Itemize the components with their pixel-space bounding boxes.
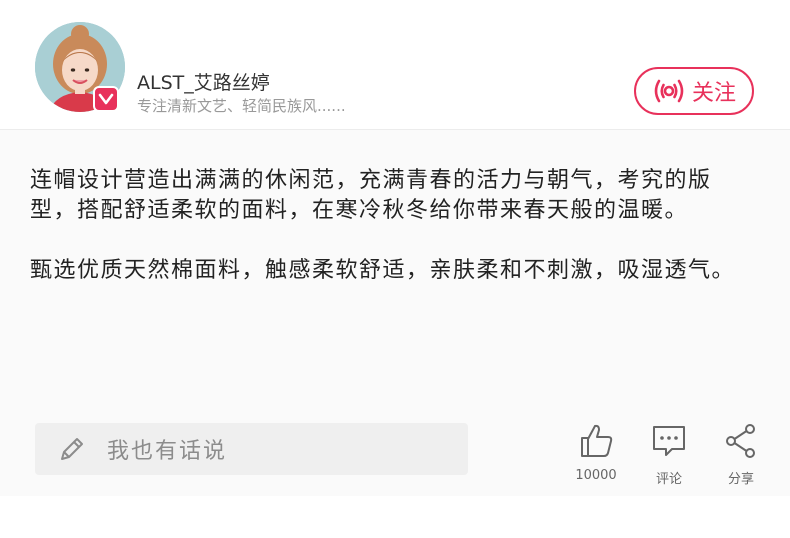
- author-name[interactable]: ALST_艾路丝婷: [137, 68, 270, 95]
- like-count: 10000: [575, 468, 617, 483]
- follow-label: 关注: [691, 81, 736, 106]
- post-paragraph: 连帽设计营造出满满的休闲范，充满青春的活力与朝气，考究的版型，搭配舒适柔软的面料…: [30, 168, 712, 223]
- comment-button[interactable]: 评论: [639, 422, 699, 487]
- check-v-icon: [98, 93, 114, 105]
- pencil-icon: [61, 438, 83, 460]
- share-label: 分享: [727, 472, 754, 487]
- comment-input[interactable]: 我也有话说: [35, 423, 468, 475]
- post-card: ALST_艾路丝婷 专注清新文艺、轻简民族风...... 关注 连帽设计营造出满…: [0, 0, 790, 496]
- like-button[interactable]: 10000: [566, 422, 626, 483]
- comment-placeholder: 我也有话说: [107, 439, 228, 464]
- share-button[interactable]: 分享: [711, 422, 771, 487]
- comment-label: 评论: [655, 472, 682, 487]
- follow-button[interactable]: 关注: [634, 67, 754, 115]
- author-bio: 专注清新文艺、轻简民族风......: [137, 97, 346, 115]
- verified-badge: [93, 86, 119, 112]
- comment-bubble-icon: [653, 426, 685, 456]
- post-paragraph: 甄选优质天然棉面料，触感柔软舒适，亲肤柔和不刺激，吸湿透气。: [30, 258, 736, 283]
- share-icon: [726, 424, 755, 458]
- post-content: 连帽设计营造出满满的休闲范，充满青春的活力与朝气，考究的版型，搭配舒适柔软的面料…: [30, 166, 755, 316]
- broadcast-icon: [654, 79, 684, 103]
- author-header: ALST_艾路丝婷 专注清新文艺、轻简民族风...... 关注: [0, 0, 790, 130]
- thumbs-up-icon: [581, 424, 613, 457]
- author-avatar-wrap[interactable]: [35, 22, 125, 112]
